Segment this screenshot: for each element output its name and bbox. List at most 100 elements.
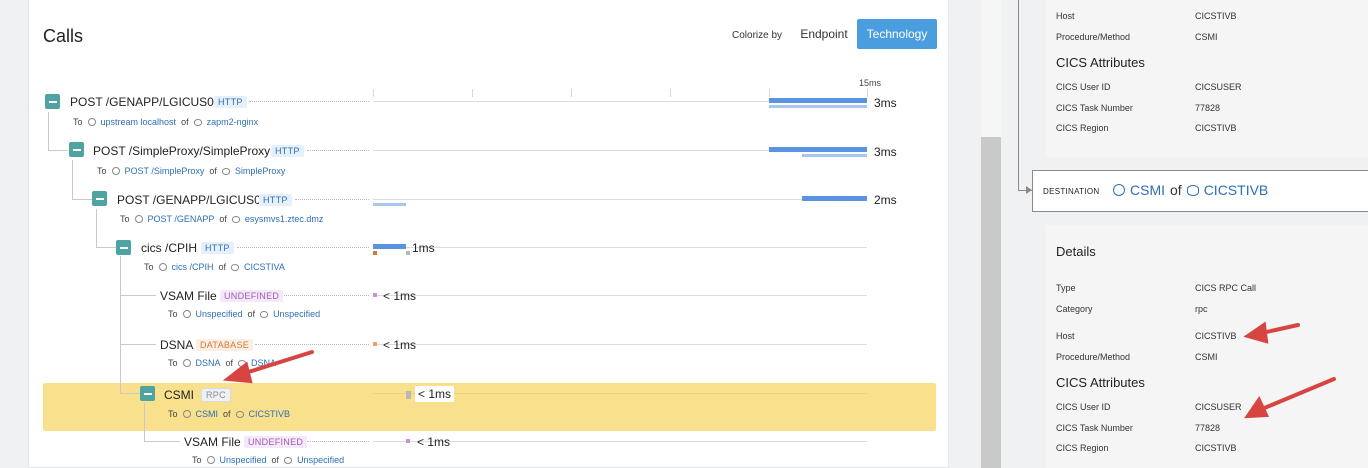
- call-destination: To cics /CPIH of CICSTIVA: [144, 262, 285, 272]
- endpoint-link[interactable]: cics /CPIH: [172, 262, 214, 272]
- tree-connector: [72, 160, 73, 200]
- duration-bar[interactable]: [406, 391, 411, 399]
- leader-dots: [284, 295, 369, 296]
- endpoint-link[interactable]: POST /GENAPP: [148, 214, 215, 224]
- timeline-tick: [472, 89, 473, 97]
- call-duration: < 1ms: [417, 435, 451, 449]
- call-duration: 1ms: [412, 241, 435, 255]
- of-label: of: [223, 409, 231, 419]
- colorize-technology-button[interactable]: Technology: [857, 19, 937, 49]
- call-name[interactable]: VSAM File: [160, 289, 217, 303]
- tech-tag: UNDEFINED: [244, 436, 308, 448]
- tree-connector: [96, 247, 116, 248]
- endpoint-icon: [206, 456, 215, 464]
- call-destination: To POST /GENAPP of esysmvs1.ztec.dmz: [120, 214, 323, 224]
- calls-title: Calls: [43, 26, 84, 46]
- collapse-toggle[interactable]: [45, 94, 60, 109]
- service-link[interactable]: esysmvs1.ztec.dmz: [245, 214, 324, 224]
- category-label: Category: [1056, 304, 1093, 314]
- endpoint-icon: [158, 263, 167, 271]
- calls-panel: Calls Colorize by Endpoint Technology 15…: [28, 0, 949, 468]
- duration-bar[interactable]: [769, 98, 867, 103]
- service-link[interactable]: CICSTIVB: [249, 409, 291, 419]
- destination-endpoint-link[interactable]: CSMI: [1130, 182, 1165, 198]
- leader-dots: [249, 101, 369, 102]
- duration-bar[interactable]: [373, 244, 406, 249]
- panel-scrollbar[interactable]: [981, 137, 1001, 468]
- tree-connector: [48, 112, 49, 150]
- service-icon: [193, 118, 202, 126]
- call-duration: 2ms: [874, 193, 897, 207]
- to-label: To: [168, 358, 178, 368]
- tech-tag: HTTP: [271, 145, 304, 157]
- call-destination: To Unspecified of Unspecified: [168, 309, 320, 319]
- tree-connector: [72, 199, 92, 200]
- cics-region-value: CICSTIVB: [1195, 443, 1237, 453]
- tech-tag: HTTP: [214, 96, 247, 108]
- endpoint-link[interactable]: upstream localhost: [101, 117, 177, 127]
- tree-connector: [120, 393, 140, 394]
- of-label: of: [271, 455, 280, 465]
- cics-task-value: 77828: [1195, 103, 1221, 113]
- call-name[interactable]: DSNA: [160, 338, 193, 352]
- service-link[interactable]: DSNA: [251, 358, 276, 368]
- service-icon: [284, 456, 293, 464]
- collapse-toggle[interactable]: [140, 386, 155, 401]
- flow-connector: [1018, 0, 1019, 190]
- procedure-value: CSMI: [1195, 32, 1218, 42]
- tree-connector: [120, 256, 121, 394]
- leader-dots: [255, 344, 369, 345]
- type-value: CICS RPC Call: [1195, 283, 1257, 293]
- duration-bar[interactable]: [373, 342, 377, 346]
- cics-task-value: 77828: [1195, 423, 1221, 433]
- timeline-track: [373, 199, 867, 200]
- call-name[interactable]: CSMI: [164, 388, 194, 402]
- collapse-toggle[interactable]: [92, 191, 107, 206]
- endpoint-link[interactable]: CSMI: [196, 409, 219, 419]
- duration-bar[interactable]: [406, 439, 410, 443]
- endpoint-link[interactable]: DSNA: [196, 358, 221, 368]
- tree-connector: [120, 295, 156, 296]
- call-name[interactable]: POST /SimpleProxy/SimpleProxy: [93, 144, 270, 158]
- type-label: Type: [1056, 283, 1076, 293]
- call-duration: < 1ms: [415, 386, 455, 402]
- cics-user-label: CICS User ID: [1056, 402, 1111, 412]
- to-label: To: [168, 409, 178, 419]
- service-icon: [235, 410, 244, 418]
- service-icon: [231, 263, 240, 271]
- service-link[interactable]: Unspecified: [297, 455, 344, 465]
- timeline-scale-max: 15ms: [859, 78, 882, 88]
- service-icon: [238, 359, 247, 367]
- endpoint-link[interactable]: Unspecified: [196, 309, 243, 319]
- tech-tag: HTTP: [201, 242, 234, 254]
- collapse-toggle[interactable]: [69, 142, 84, 157]
- tech-tag: DATABASE: [196, 339, 254, 351]
- call-name[interactable]: VSAM File: [184, 435, 241, 449]
- service-link[interactable]: Unspecified: [273, 309, 320, 319]
- host-value: CICSTIVB: [1195, 331, 1237, 341]
- call-name[interactable]: POST /GENAPP/LGICUS01: [70, 95, 221, 109]
- cics-attributes-title: CICS Attributes: [1056, 55, 1145, 70]
- service-link[interactable]: zapm2-nginx: [207, 117, 259, 127]
- timeline-track: [373, 344, 867, 345]
- of-label: of: [247, 309, 256, 319]
- duration-bar[interactable]: [373, 293, 377, 297]
- destination-service-link[interactable]: CICSTIVB: [1204, 182, 1269, 198]
- call-name[interactable]: POST /GENAPP/LGICUS01: [117, 193, 268, 207]
- service-link[interactable]: CICSTIVA: [244, 262, 285, 272]
- endpoint-link[interactable]: Unspecified: [220, 455, 267, 465]
- service-icon: [260, 310, 269, 318]
- colorize-endpoint-button[interactable]: Endpoint: [789, 19, 859, 49]
- endpoint-link[interactable]: POST /SimpleProxy: [125, 166, 205, 176]
- self-time-bar: [769, 105, 867, 108]
- timeline-marker: [373, 251, 377, 255]
- collapse-toggle[interactable]: [116, 240, 131, 255]
- call-name[interactable]: cics /CPIH: [141, 241, 197, 255]
- call-destination: To CSMI of CICSTIVB: [168, 409, 290, 419]
- duration-bar[interactable]: [802, 196, 867, 201]
- call-destination: To DSNA of DSNA: [168, 358, 276, 368]
- of-label: of: [209, 166, 217, 176]
- to-label: To: [97, 166, 107, 176]
- duration-bar[interactable]: [769, 147, 867, 152]
- service-link[interactable]: SimpleProxy: [235, 166, 286, 176]
